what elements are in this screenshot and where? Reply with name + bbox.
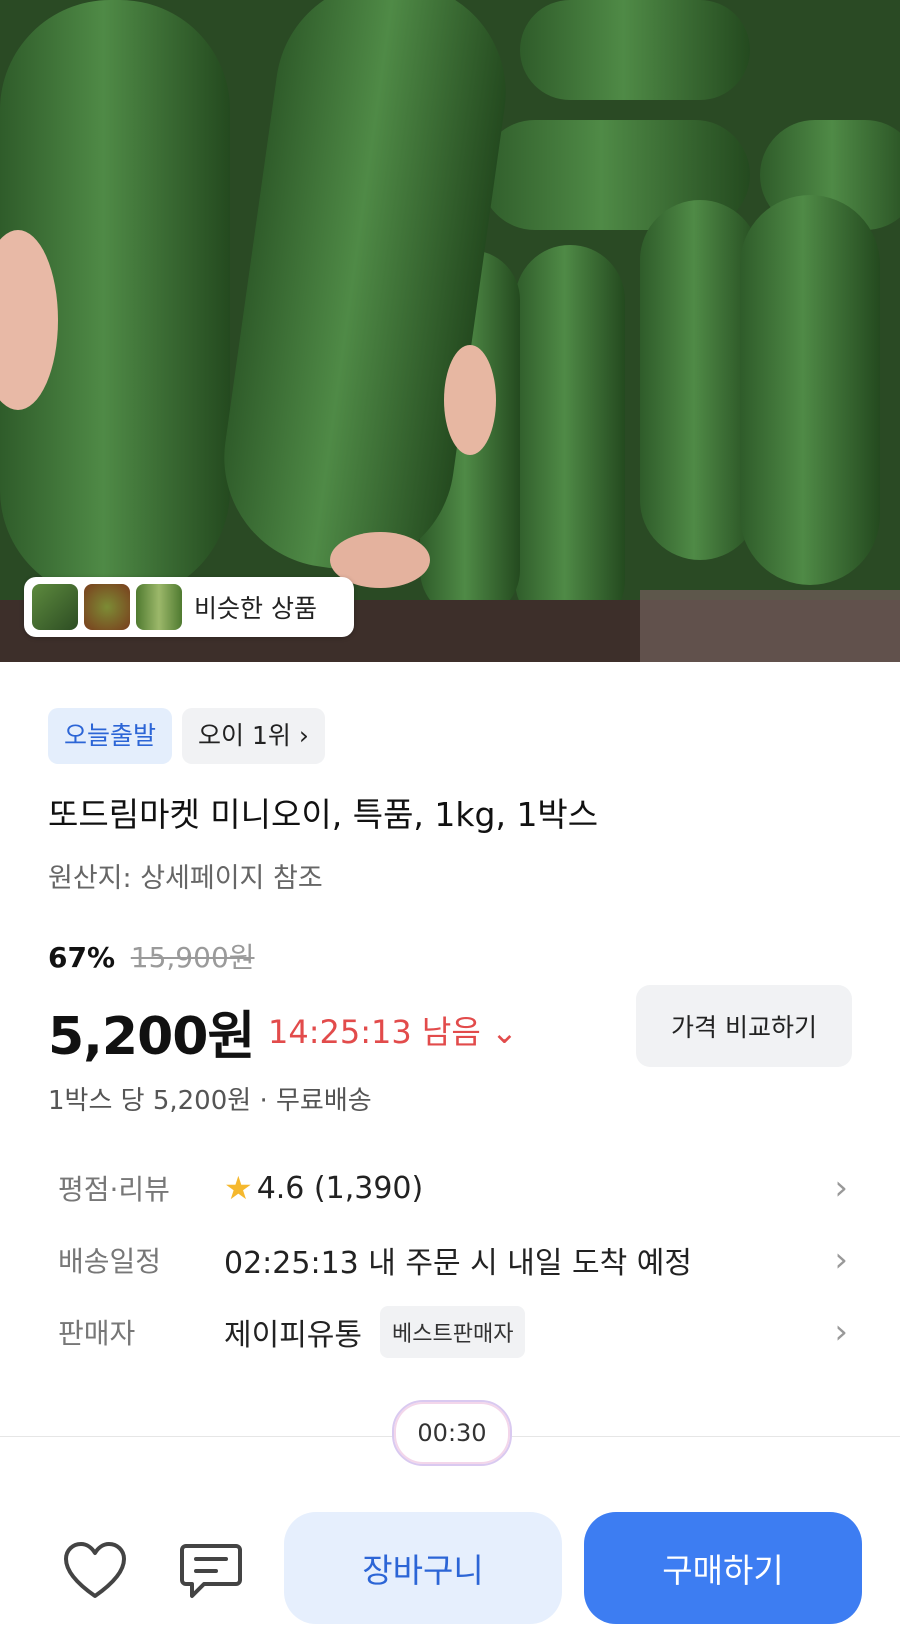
original-price: 15,900원	[130, 941, 255, 974]
heart-icon[interactable]	[62, 1540, 128, 1606]
deal-timer[interactable]: 14:25:13 남음 ⌄	[268, 1007, 518, 1053]
best-seller-badge: 베스트판매자	[380, 1306, 526, 1358]
seller-label: 판매자	[58, 1317, 136, 1350]
similar-products-button[interactable]: 비슷한 상품	[24, 577, 354, 637]
sale-price: 5,200원	[48, 1007, 255, 1067]
chevron-right-icon: ›	[834, 1312, 848, 1352]
cucumber-photo	[0, 0, 900, 662]
delivery-row[interactable]: 배송일정 02:25:13 내 주문 시 내일 도착 예정 ›	[58, 1230, 848, 1290]
delivery-value: 02:25:13 내 주문 시 내일 도착 예정	[224, 1246, 692, 1281]
inquiry-chat-icon[interactable]	[178, 1540, 244, 1606]
countdown-pill: 00:30	[392, 1400, 512, 1466]
similar-products-label: 비슷한 상품	[194, 594, 317, 623]
add-to-cart-button[interactable]: 장바구니	[284, 1512, 562, 1624]
seller-name: 제이피유통	[224, 1318, 362, 1353]
seller-row[interactable]: 판매자 제이피유통 베스트판매자 ›	[58, 1302, 848, 1362]
seller-value-wrap: 제이피유통 베스트판매자	[224, 1306, 526, 1358]
similar-thumbnail	[84, 584, 130, 630]
compare-price-button[interactable]: 가격 비교하기	[636, 985, 852, 1067]
chevron-right-icon: ›	[834, 1168, 848, 1208]
buy-now-button[interactable]: 구매하기	[584, 1512, 862, 1624]
rating-review-row[interactable]: 평점·리뷰 ★ 4.6 (1,390) ›	[58, 1158, 848, 1218]
star-icon: ★	[224, 1169, 253, 1207]
badge-row: 오늘출발 오이 1위 ›	[48, 708, 325, 764]
similar-thumbnail	[136, 584, 182, 630]
delivery-label: 배송일정	[58, 1245, 162, 1278]
product-image[interactable]: 비슷한 상품	[0, 0, 900, 662]
unit-price: 1박스 당 5,200원 · 무료배송	[48, 1086, 372, 1116]
product-origin: 원산지: 상세페이지 참조	[48, 863, 323, 894]
discount-rate: 67%	[48, 941, 116, 974]
discount-row: 67% 15,900원	[48, 936, 255, 976]
rating-value: 4.6 (1,390)	[256, 1170, 424, 1206]
chevron-right-icon: ›	[834, 1240, 848, 1280]
similar-thumbnail	[32, 584, 78, 630]
product-title: 또드림마켓 미니오이, 특품, 1kg, 1박스	[48, 795, 599, 834]
today-ship-badge: 오늘출발	[48, 708, 173, 764]
rating-label: 평점·리뷰	[58, 1173, 170, 1206]
rank-badge[interactable]: 오이 1위 ›	[182, 708, 325, 764]
rating-value-wrap: ★ 4.6 (1,390)	[224, 1169, 423, 1207]
